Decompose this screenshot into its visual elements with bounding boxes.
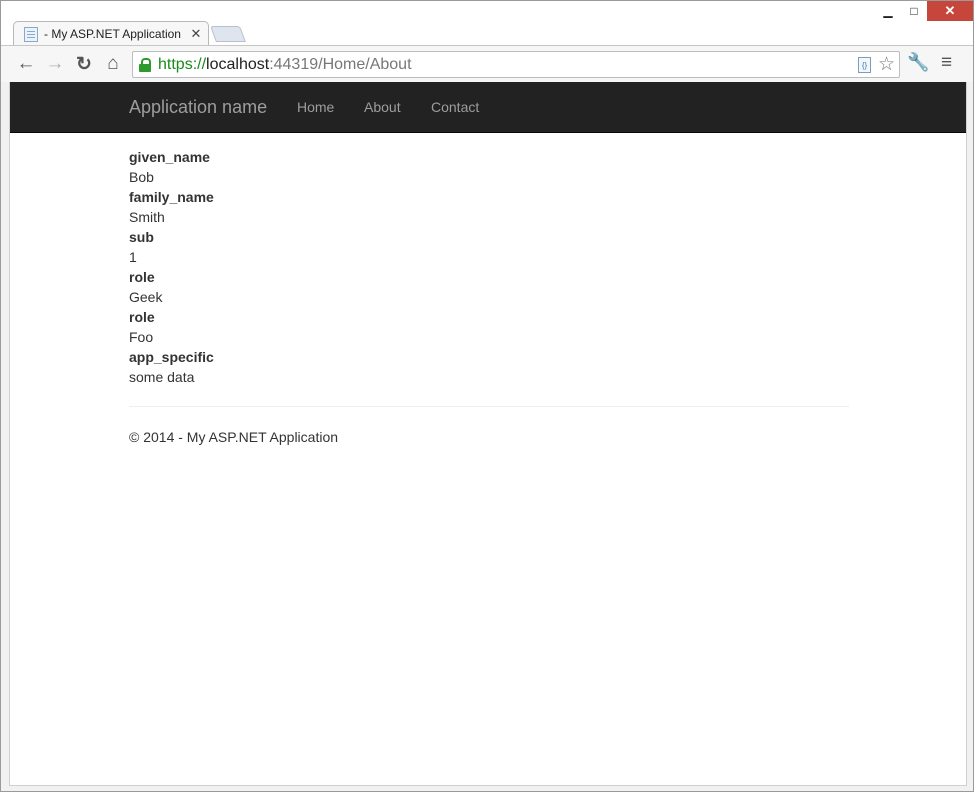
address-bar[interactable]: https://localhost:44319/Home/About {} ☆ — [132, 51, 900, 78]
home-icon[interactable]: ⌂ — [102, 53, 124, 75]
browser-window: ▁ □ ✕ - My ASP.NET Application ✕ ← → ↻ ⌂… — [0, 0, 974, 792]
url-host: localhost — [206, 55, 270, 73]
claims-list: given_name Bob family_name Smith sub 1 r… — [129, 147, 849, 387]
claim-type: app_specific — [129, 349, 214, 365]
claim-value: some data — [129, 369, 195, 385]
page-favicon-icon — [24, 26, 38, 42]
claim-type: sub — [129, 229, 154, 245]
page-viewport: Application name Home About Contact give… — [9, 82, 967, 786]
claim-value: Smith — [129, 209, 165, 225]
url-separator: :// — [192, 55, 207, 73]
window-controls: ▁ □ ✕ — [875, 1, 973, 21]
reload-icon[interactable]: ↻ — [73, 53, 95, 75]
tab-title: - My ASP.NET Application — [44, 27, 181, 41]
url-path: :44319/Home/About — [269, 55, 412, 73]
claim-value: 1 — [129, 249, 137, 265]
close-tab-icon[interactable]: ✕ — [190, 26, 202, 42]
wrench-icon[interactable]: 🔧 — [907, 52, 929, 73]
minimize-button[interactable]: ▁ — [875, 1, 901, 21]
close-window-button[interactable]: ✕ — [927, 1, 973, 21]
browser-tab[interactable]: - My ASP.NET Application ✕ — [13, 21, 209, 46]
nav-link-contact[interactable]: Contact — [431, 99, 479, 115]
claim-type: role — [129, 309, 155, 325]
claim-type: role — [129, 269, 155, 285]
footer-text: © 2014 - My ASP.NET Application — [129, 429, 339, 445]
claim-value: Bob — [129, 169, 154, 185]
url-scheme: https — [158, 55, 193, 73]
lock-icon — [139, 57, 151, 72]
nav-link-about[interactable]: About — [364, 99, 401, 115]
browser-toolbar: ← → ↻ ⌂ https://localhost:44319/Home/Abo… — [1, 45, 973, 82]
bookmark-star-icon[interactable]: ☆ — [878, 53, 895, 76]
forward-icon[interactable]: → — [44, 53, 66, 75]
url-text[interactable]: https://localhost:44319/Home/About — [158, 56, 412, 74]
claim-type: family_name — [129, 189, 214, 205]
back-icon[interactable]: ← — [15, 53, 37, 75]
maximize-button[interactable]: □ — [901, 1, 927, 21]
brand-link[interactable]: Application name — [129, 97, 267, 118]
footer-divider — [129, 406, 849, 407]
claim-value: Geek — [129, 289, 163, 305]
claim-value: Foo — [129, 329, 154, 345]
site-navbar: Application name Home About Contact — [10, 82, 966, 133]
page-action-icon[interactable]: {} — [858, 57, 871, 73]
nav-link-home[interactable]: Home — [297, 99, 334, 115]
new-tab-button[interactable] — [210, 26, 246, 42]
title-bar: ▁ □ ✕ - My ASP.NET Application ✕ — [1, 1, 973, 46]
claim-type: given_name — [129, 149, 210, 165]
menu-icon[interactable]: ≡ — [941, 52, 952, 74]
